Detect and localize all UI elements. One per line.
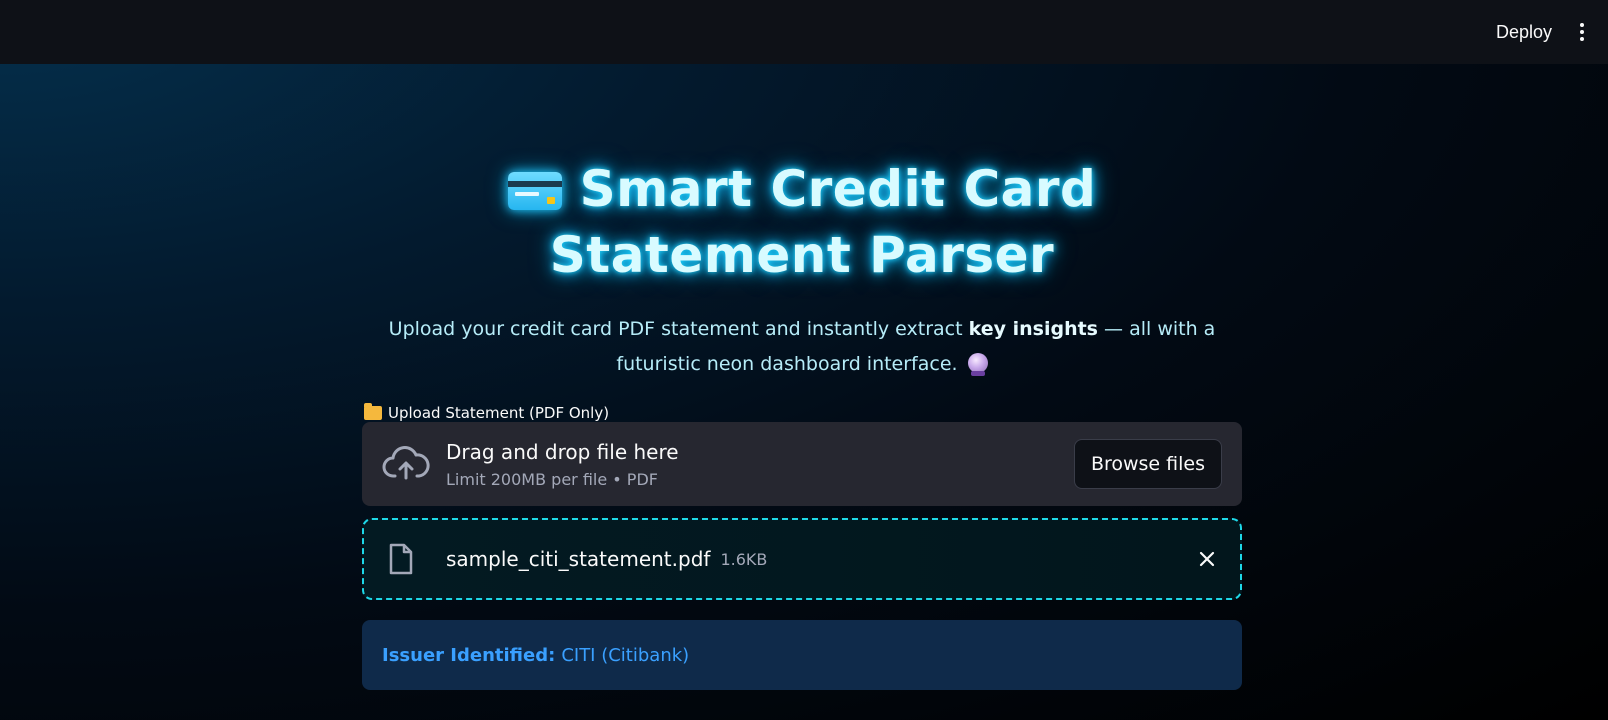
browse-files-button[interactable]: Browse files — [1073, 439, 1222, 489]
close-icon[interactable] — [1198, 550, 1216, 568]
deploy-button[interactable]: Deploy — [1486, 16, 1562, 49]
crystal-ball-icon — [967, 353, 988, 376]
page-subtitle: Upload your credit card PDF statement an… — [362, 312, 1242, 382]
file-size: 1.6KB — [720, 549, 768, 569]
page-title-text: Smart Credit Card Statement Parser — [549, 160, 1097, 284]
file-dropzone[interactable]: Drag and drop file here Limit 200MB per … — [362, 422, 1242, 506]
top-toolbar: Deploy — [0, 0, 1608, 64]
main-content: Smart Credit Card Statement Parser Uploa… — [362, 64, 1242, 690]
upload-label: Upload Statement (PDF Only) — [362, 403, 1242, 422]
dropzone-limit: Limit 200MB per file • PDF — [446, 469, 658, 489]
subtitle-text-pre: Upload your credit card PDF statement an… — [388, 318, 969, 340]
vertical-ellipsis-icon[interactable] — [1572, 20, 1592, 44]
uploaded-file-row: sample_citi_statement.pdf 1.6KB — [362, 518, 1242, 600]
page-title: Smart Credit Card Statement Parser — [362, 156, 1242, 288]
folder-icon — [364, 403, 382, 420]
issuer-info-box: Issuer Identified: CITI (Citibank) — [362, 620, 1242, 690]
credit-card-icon — [507, 172, 562, 210]
subtitle-bold-text: key insights — [968, 318, 1098, 340]
file-name: sample_citi_statement.pdf — [446, 547, 711, 571]
issuer-label: Issuer Identified: — [382, 644, 556, 666]
issuer-value: CITI (Citibank) — [561, 644, 690, 666]
cloud-upload-icon — [382, 446, 430, 480]
dropzone-title: Drag and drop file here — [446, 439, 679, 464]
file-icon — [389, 543, 413, 575]
dropzone-text: Drag and drop file here Limit 200MB per … — [446, 440, 1074, 489]
upload-label-text: Upload Statement (PDF Only) — [388, 404, 610, 422]
